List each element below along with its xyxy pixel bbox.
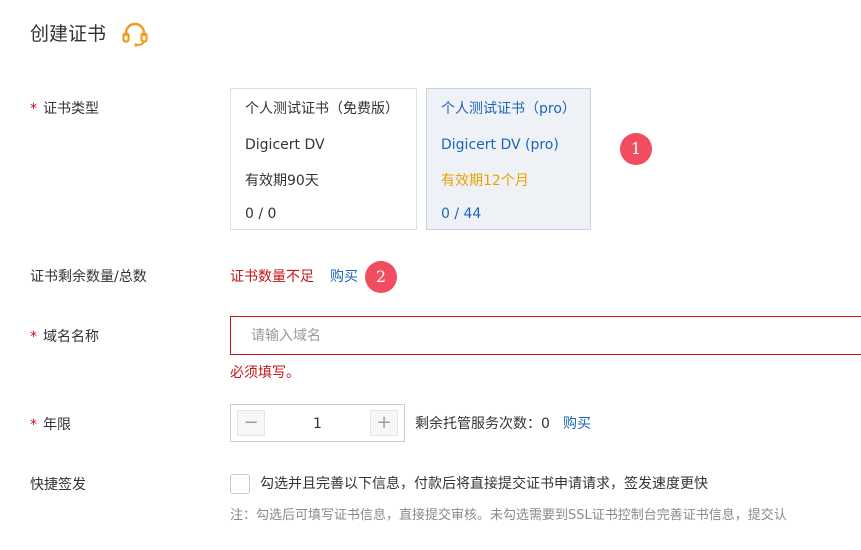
cert-option-brand: Digicert DV — [245, 137, 325, 153]
buy-hosting-link[interactable]: 购买 — [563, 414, 591, 434]
years-value[interactable]: 1 — [271, 414, 364, 434]
required-mark: * — [30, 329, 37, 345]
quick-issue-checkbox[interactable] — [230, 474, 250, 494]
cert-type-label: * 证书类型 — [30, 101, 99, 117]
increment-button[interactable]: + — [370, 410, 398, 436]
cert-option-validity: 有效期12个月 — [441, 173, 529, 189]
years-stepper: − 1 + — [230, 404, 405, 442]
page-title: 创建证书 — [30, 23, 107, 45]
required-mark: * — [30, 417, 37, 433]
cert-option-name: 个人测试证书（免费版） — [245, 101, 399, 117]
cert-option-pro[interactable]: 个人测试证书（pro） Digicert DV (pro) 有效期12个月 0 … — [426, 88, 591, 230]
cert-option-count: 0 / 44 — [441, 206, 482, 222]
cert-option-name: 个人测试证书（pro） — [441, 101, 576, 117]
domain-error: 必须填写。 — [230, 365, 300, 381]
buy-cert-link[interactable]: 购买 — [330, 267, 358, 287]
decrement-button[interactable]: − — [237, 410, 265, 436]
cert-option-brand: Digicert DV (pro) — [441, 137, 559, 153]
years-label: * 年限 — [30, 417, 71, 433]
remaining-label: 证书剩余数量/总数 — [30, 269, 147, 285]
annotation-badge-2: 2 — [365, 261, 397, 293]
headset-icon[interactable] — [121, 21, 149, 47]
cert-option-count: 0 / 0 — [245, 206, 277, 222]
annotation-badge-1: 1 — [620, 133, 652, 165]
cert-option-validity: 有效期90天 — [245, 173, 319, 189]
quick-issue-label: 快捷签发 — [30, 477, 86, 493]
domain-input[interactable] — [230, 316, 861, 355]
required-mark: * — [30, 101, 37, 117]
cert-option-free[interactable]: 个人测试证书（免费版） Digicert DV 有效期90天 0 / 0 — [230, 88, 417, 230]
hosting-remaining-text: 剩余托管服务次数：0 — [415, 416, 550, 432]
quick-issue-text: 勾选并且完善以下信息，付款后将直接提交证书申请请求，签发速度更快 — [260, 476, 708, 492]
remaining-error: 证书数量不足 — [230, 269, 314, 285]
quick-issue-note: 注：勾选后可填写证书信息，直接提交审核。未勾选需要到SSL证书控制台完善证书信息… — [230, 508, 787, 523]
domain-label: * 域名名称 — [30, 329, 99, 345]
